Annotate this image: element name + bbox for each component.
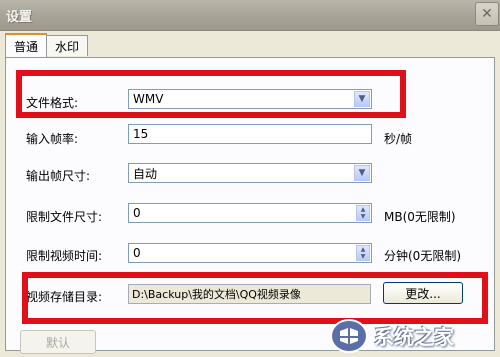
title-bar: 设置 ✕	[0, 0, 500, 31]
window-title: 设置	[6, 10, 33, 25]
file-size-limit-unit: MB(0无限制)	[384, 210, 456, 224]
close-button[interactable]: ✕	[475, 2, 499, 26]
duration-limit-stepper[interactable]: 0 ▲ ▼	[128, 243, 372, 263]
logo-emblem-svg	[340, 327, 358, 344]
site-watermark: 系统之家	[330, 314, 500, 357]
tab-general-label: 普通	[13, 39, 38, 54]
chevron-down-icon[interactable]: ▼	[354, 165, 370, 181]
file-size-limit-value: 0	[133, 206, 141, 220]
frame-rate-unit: 秒/帧	[384, 132, 413, 146]
file-size-limit-label: 限制文件尺寸:	[26, 210, 103, 224]
tab-watermark-label: 水印	[54, 39, 79, 54]
duration-limit-value: 0	[133, 246, 141, 260]
logo-emblem-icon	[330, 318, 368, 353]
frame-rate-label: 输入帧率:	[26, 132, 79, 146]
tab-watermark[interactable]: 水印	[46, 35, 88, 56]
spin-arrows-icon[interactable]: ▲ ▼	[356, 205, 370, 221]
watermark-text: 系统之家	[374, 325, 454, 349]
default-button-label: 默认	[45, 335, 70, 350]
duration-limit-label: 限制视频时间:	[26, 249, 103, 263]
default-button[interactable]: 默认	[20, 330, 96, 354]
frame-size-select[interactable]: 自动 ▼	[128, 163, 372, 183]
frame-size-value: 自动	[133, 166, 158, 181]
tab-general[interactable]: 普通	[5, 33, 47, 57]
duration-limit-unit: 分钟(0无限制)	[384, 249, 461, 263]
spin-arrows-icon[interactable]: ▲ ▼	[356, 245, 370, 261]
frame-rate-value: 15	[133, 127, 149, 141]
close-icon: ✕	[481, 6, 493, 22]
frame-size-label: 输出帧尺寸:	[26, 169, 91, 183]
frame-rate-field[interactable]: 15	[128, 124, 372, 144]
highlight-box-file-format	[16, 70, 406, 118]
file-size-limit-stepper[interactable]: 0 ▲ ▼	[128, 203, 372, 223]
